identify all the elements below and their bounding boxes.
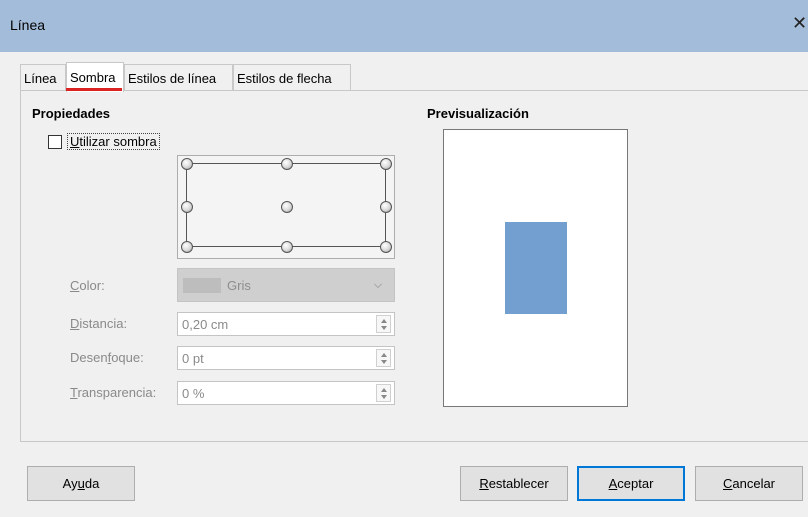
chevron-down-icon xyxy=(374,280,382,288)
position-middle-right-knob[interactable] xyxy=(380,201,392,213)
position-bottom-right-knob[interactable] xyxy=(380,241,392,253)
distance-label: Distancia: xyxy=(70,316,128,331)
spin-down-icon[interactable] xyxy=(381,395,387,399)
use-shadow-checkbox[interactable] xyxy=(48,135,62,149)
tab-estilos-de-linea[interactable]: Estilos de línea xyxy=(124,64,233,91)
blur-spin-buttons xyxy=(376,349,391,367)
position-bottom-left-knob[interactable] xyxy=(181,241,193,253)
preview-heading: Previsualización xyxy=(427,106,529,121)
tab-estilos-de-flecha[interactable]: Estilos de flecha xyxy=(233,64,351,91)
use-shadow-label[interactable]: Utilizar sombra xyxy=(67,133,160,150)
position-top-center-knob[interactable] xyxy=(281,158,293,170)
blur-spinbox[interactable]: 0 pt xyxy=(177,346,395,370)
tab-linea[interactable]: Línea xyxy=(20,64,66,91)
title-bar: Línea ✕ xyxy=(0,0,808,52)
spin-up-icon[interactable] xyxy=(381,388,387,392)
active-tab-indicator xyxy=(66,88,122,91)
distance-spinbox[interactable]: 0,20 cm xyxy=(177,312,395,336)
color-label: Color: xyxy=(70,278,105,293)
reset-button[interactable]: Restablecer xyxy=(460,466,568,501)
spin-up-icon[interactable] xyxy=(381,319,387,323)
color-value: Gris xyxy=(227,278,251,293)
transparency-spin-buttons xyxy=(376,384,391,402)
transparency-value: 0 % xyxy=(182,386,205,401)
use-shadow-label-rest: tilizar sombra xyxy=(79,134,157,149)
close-icon[interactable]: ✕ xyxy=(792,12,808,34)
preview-shape xyxy=(505,222,567,314)
transparency-spinbox[interactable]: 0 % xyxy=(177,381,395,405)
window-title: Línea xyxy=(10,17,46,33)
distance-spin-buttons xyxy=(376,315,391,333)
blur-value: 0 pt xyxy=(182,351,204,366)
blur-label: Desenfoque: xyxy=(70,350,144,365)
color-swatch xyxy=(183,278,221,293)
preview-area xyxy=(443,129,628,407)
position-top-right-knob[interactable] xyxy=(380,158,392,170)
help-button[interactable]: Ayuda xyxy=(27,466,135,501)
ok-button[interactable]: Aceptar xyxy=(577,466,685,501)
position-middle-left-knob[interactable] xyxy=(181,201,193,213)
spin-up-icon[interactable] xyxy=(381,353,387,357)
use-shadow-label-mnemonic: U xyxy=(70,134,80,149)
position-top-left-knob[interactable] xyxy=(181,158,193,170)
color-dropdown[interactable]: Gris xyxy=(177,268,395,302)
position-bottom-center-knob[interactable] xyxy=(281,241,293,253)
spin-down-icon[interactable] xyxy=(381,360,387,364)
cancel-button[interactable]: Cancelar xyxy=(695,466,803,501)
transparency-label: Transparencia: xyxy=(70,385,157,400)
spin-down-icon[interactable] xyxy=(381,326,387,330)
distance-value: 0,20 cm xyxy=(182,317,229,332)
position-center-knob[interactable] xyxy=(281,201,293,213)
properties-heading: Propiedades xyxy=(32,106,111,121)
shadow-position-selector xyxy=(177,155,395,259)
